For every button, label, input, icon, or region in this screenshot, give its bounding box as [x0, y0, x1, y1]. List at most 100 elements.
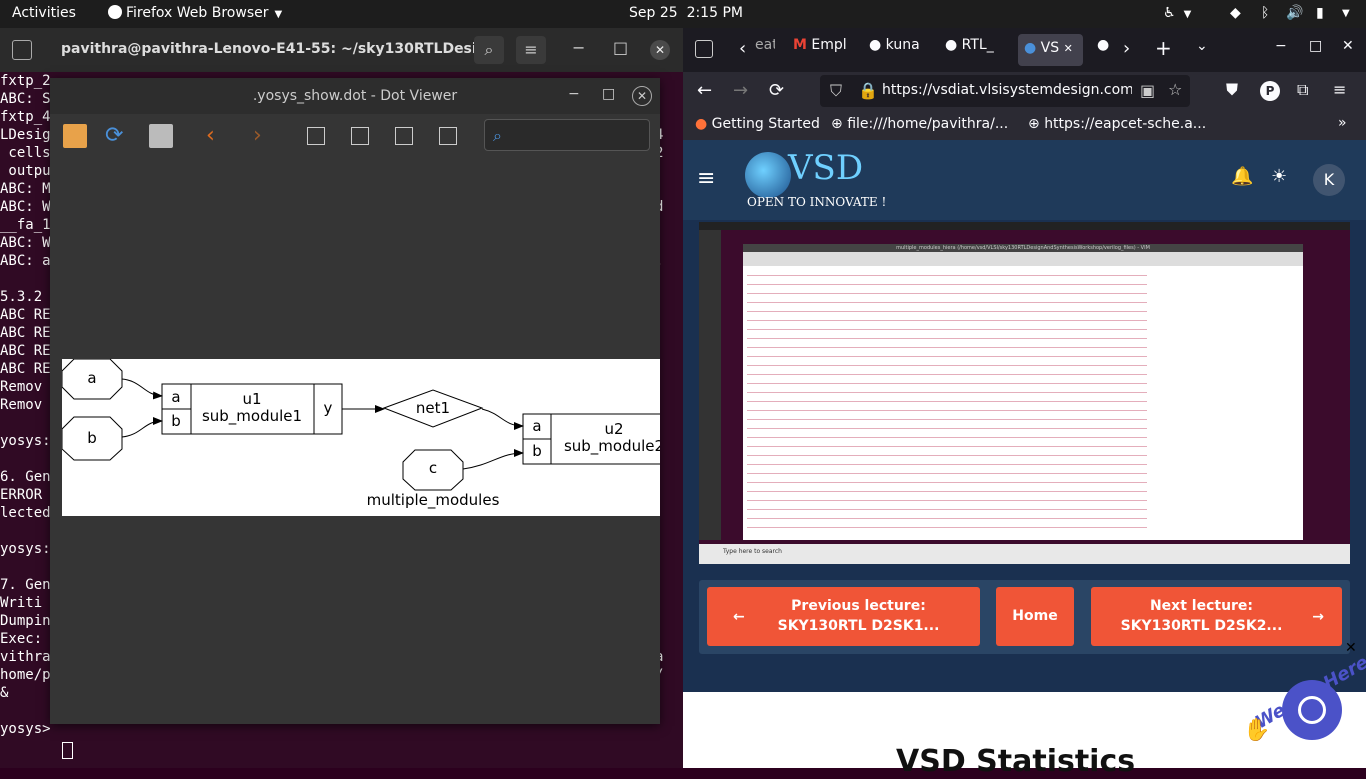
open-file-icon[interactable]	[63, 124, 87, 148]
home-button[interactable]: Home	[996, 587, 1074, 646]
reload-icon[interactable]: ⟳	[105, 124, 129, 148]
list-all-tabs-icon[interactable]: ⌄	[1196, 38, 1208, 54]
tabs-scroll-left-icon[interactable]: ‹	[739, 38, 746, 59]
vsd-site-header: ≡ VSD OPEN TO INNOVATE ! 🔔 ☀ K	[683, 140, 1366, 220]
reader-view-icon[interactable]: ▣	[1140, 81, 1155, 100]
tab-4-active[interactable]: ● VS ✕	[1018, 34, 1083, 66]
tab-2[interactable]: ● kuna	[869, 37, 927, 63]
activities-button[interactable]: Activities	[12, 5, 76, 21]
u2-port-b: b	[532, 442, 542, 460]
embedded-search: Type here to search	[723, 548, 782, 555]
net1-label: net1	[416, 399, 450, 417]
bookmark-getting-started[interactable]: ● Getting Started	[695, 116, 820, 132]
battery-icon[interactable]: ▮	[1316, 5, 1324, 21]
arrow-left-icon: ←	[733, 609, 745, 625]
graph-canvas[interactable]: a b a b u1 sub_module1 y net1 a b u2 sub…	[62, 359, 660, 516]
u1-name: u1	[242, 390, 261, 408]
clock-date: Sep 25	[629, 5, 678, 21]
lecture-video[interactable]: multiple_modules_hiera (/home/vsd/VLSI/s…	[699, 222, 1350, 564]
pocket-icon[interactable]: ⛊	[1226, 80, 1238, 100]
bluetooth-icon[interactable]: ᛒ	[1261, 5, 1269, 21]
module-name-label: multiple_modules	[367, 491, 500, 510]
firefox-window[interactable]: ‹ eat M Empl ● kuna ● RTL_ ● VS ✕ ● › + …	[683, 28, 1366, 779]
more-bookmarks-icon[interactable]: »	[1338, 115, 1347, 131]
zoom-100-icon[interactable]	[439, 127, 457, 145]
u1-port-b: b	[171, 412, 181, 430]
bookmark-label: https://eapcet-sche.a...	[1044, 116, 1207, 132]
app-menu-icon[interactable]: ≡	[1333, 80, 1346, 99]
minimize-icon[interactable]: −	[568, 86, 580, 102]
volume-icon[interactable]: 🔊	[1286, 5, 1303, 21]
search-icon[interactable]: ⌕	[474, 36, 504, 64]
notification-bell-icon[interactable]: 🔔	[1231, 166, 1253, 187]
accessibility-icon[interactable]: ♿ ▼	[1163, 5, 1191, 21]
chat-bubble-icon	[1298, 696, 1326, 724]
dot-viewer-window[interactable]: .yosys_show.dot - Dot Viewer − □ ✕ ⟳ ‹ ›…	[50, 78, 660, 724]
zoom-out-icon[interactable]	[351, 127, 369, 145]
reload-icon[interactable]: ⟳	[769, 80, 784, 101]
input-c-label: c	[429, 459, 437, 477]
tab-close-icon[interactable]: ✕	[1064, 42, 1073, 55]
clock[interactable]: Sep 25 2:15 PM	[629, 5, 743, 21]
back-icon[interactable]: ←	[697, 80, 712, 101]
user-avatar[interactable]: K	[1313, 164, 1345, 196]
app-menu[interactable]: Firefox Web Browser ▼	[108, 5, 282, 21]
zoom-in-icon[interactable]	[307, 127, 325, 145]
hamburger-menu-icon[interactable]: ≡	[516, 36, 546, 64]
embedded-vim-title: multiple_modules_hiera (/home/vsd/VLSI/s…	[743, 244, 1303, 252]
bookmark-star-icon[interactable]: ☆	[1168, 80, 1182, 99]
print-icon[interactable]	[149, 124, 173, 148]
tabs-scroll-right-icon[interactable]: ›	[1123, 38, 1130, 59]
bookmark-file[interactable]: ⊕ file:///home/pavithra/...	[831, 116, 1008, 132]
minimize-icon[interactable]: −	[572, 38, 585, 57]
url-bar[interactable]: ⛉ 🔒 https://vsdiat.vlsisystemdesign.com …	[820, 75, 1190, 107]
system-menu-chevron-icon[interactable]: ▼	[1342, 8, 1350, 19]
bookmark-eapcet[interactable]: ⊕ https://eapcet-sche.a...	[1028, 116, 1206, 132]
close-icon[interactable]: ✕	[650, 40, 670, 60]
u1-port-a: a	[171, 388, 180, 406]
tab-3[interactable]: ● RTL_	[945, 37, 1005, 63]
hamburger-menu-icon[interactable]: ≡	[697, 166, 715, 191]
forward-icon[interactable]: →	[733, 80, 748, 101]
tab-5[interactable]: ●	[1097, 37, 1111, 63]
input-b-label: b	[87, 429, 97, 447]
new-tab-icon[interactable]	[12, 40, 32, 60]
wave-hand-icon: ✋	[1243, 718, 1271, 743]
stats-heading: VSD Statistics	[896, 744, 1136, 779]
wifi-icon[interactable]: ◆	[1230, 5, 1241, 21]
u2-type: sub_module2	[564, 437, 660, 456]
vsd-logo-text[interactable]: VSD	[788, 148, 863, 188]
tab-label: Empl	[811, 37, 847, 53]
next-lecture-button[interactable]: Next lecture: SKY130RTL D2SK2... →	[1091, 587, 1342, 646]
profile-avatar[interactable]: P	[1260, 81, 1280, 101]
tab-label: RTL_	[961, 37, 994, 53]
close-icon[interactable]: ✕	[632, 86, 652, 106]
dot-viewer-titlebar: .yosys_show.dot - Dot Viewer − □ ✕	[50, 78, 660, 114]
bookmark-label: Getting Started	[711, 116, 820, 132]
embedded-vim-toolbar	[743, 252, 1303, 266]
maximize-icon[interactable]: □	[613, 38, 628, 57]
theme-toggle-icon[interactable]: ☀	[1271, 166, 1287, 187]
new-tab-icon[interactable]: +	[1155, 36, 1172, 60]
maximize-icon[interactable]: □	[1309, 38, 1322, 54]
chat-launcher-button[interactable]	[1282, 680, 1342, 740]
tab-1[interactable]: M Empl	[793, 37, 855, 63]
shield-icon[interactable]: ⛉	[830, 81, 842, 101]
tab-0[interactable]: eat	[755, 37, 775, 63]
maximize-icon[interactable]: □	[602, 86, 615, 102]
previous-lecture-label: Previous lecture: SKY130RTL D2SK1...	[777, 598, 940, 634]
back-arrow-icon[interactable]: ‹	[206, 124, 230, 148]
url-text: https://vsdiat.vlsisystemdesign.com	[882, 82, 1132, 98]
close-icon[interactable]: ✕	[1342, 38, 1354, 54]
input-a-label: a	[87, 369, 96, 387]
minimize-icon[interactable]: −	[1275, 38, 1287, 54]
extensions-icon[interactable]: ⧉	[1297, 80, 1308, 100]
chat-close-icon[interactable]: ✕	[1345, 640, 1357, 656]
lock-icon[interactable]: 🔒	[858, 81, 878, 100]
forward-arrow-icon[interactable]: ›	[253, 124, 277, 148]
search-input[interactable]: ⌕	[484, 119, 650, 151]
zoom-fit-icon[interactable]	[395, 127, 413, 145]
previous-lecture-button[interactable]: ← Previous lecture: SKY130RTL D2SK1...	[707, 587, 980, 646]
tab-label: eat	[755, 37, 775, 53]
tab-overview-icon[interactable]	[695, 40, 713, 58]
